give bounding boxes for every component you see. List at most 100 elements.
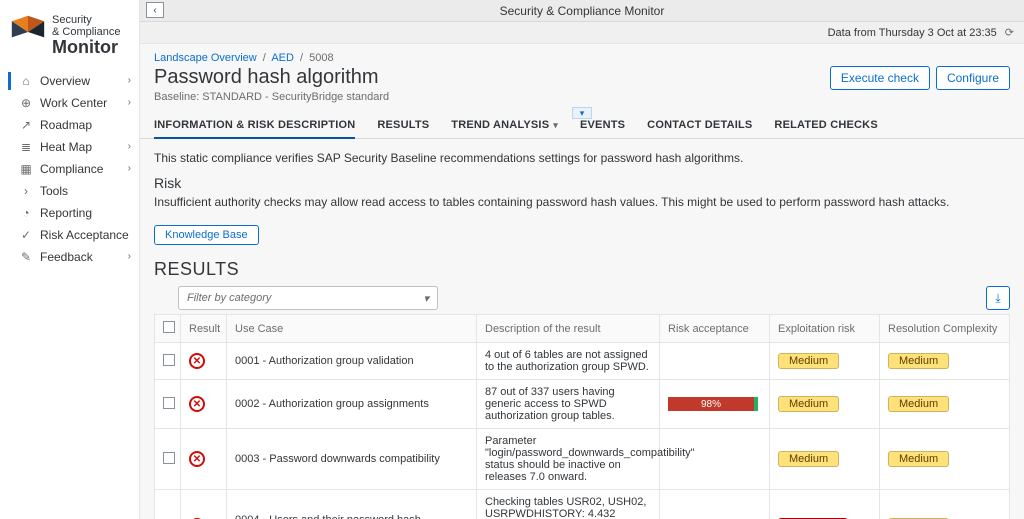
sidebar-item-label: Risk Acceptance bbox=[40, 228, 131, 242]
main-area: ‹ Security & Compliance Monitor Data fro… bbox=[140, 0, 1024, 519]
sidebar: Security & Compliance Monitor ⌂Overview›… bbox=[0, 0, 140, 519]
table-row[interactable]: ✕0001 - Authorization group validation4 … bbox=[155, 343, 1010, 380]
sidebar-item-label: Feedback bbox=[40, 250, 128, 264]
tab-contact-details[interactable]: CONTACT DETAILS bbox=[647, 113, 752, 138]
export-button[interactable]: ⤓ bbox=[986, 286, 1010, 310]
row-exploitation-risk: Medium bbox=[770, 380, 880, 429]
results-heading: RESULTS bbox=[154, 259, 1010, 280]
tab-bar: ▾ INFORMATION & RISK DESCRIPTION RESULTS T… bbox=[140, 113, 1024, 139]
logo-mark-icon bbox=[10, 14, 46, 53]
reporting-icon: ◔ bbox=[18, 206, 34, 220]
col-description: Description of the result bbox=[477, 315, 660, 343]
knowledge-base-button[interactable]: Knowledge Base bbox=[154, 225, 259, 245]
row-checkbox-cell[interactable] bbox=[155, 343, 181, 380]
chevron-right-icon: › bbox=[128, 163, 131, 174]
table-row[interactable]: ✕0003 - Password downwards compatibility… bbox=[155, 429, 1010, 490]
sidebar-item-work-center[interactable]: ⊕Work Center› bbox=[0, 92, 139, 114]
row-exploitation-risk: Very High bbox=[770, 490, 880, 519]
row-checkbox-cell[interactable] bbox=[155, 429, 181, 490]
app-logo: Security & Compliance Monitor bbox=[0, 6, 139, 70]
sidebar-item-reporting[interactable]: ◔Reporting bbox=[0, 202, 139, 224]
sidebar-item-tools[interactable]: ›Tools bbox=[0, 180, 139, 202]
col-risk-acceptance: Risk acceptance bbox=[660, 315, 770, 343]
table-row[interactable]: ✕0002 - Authorization group assignments8… bbox=[155, 380, 1010, 429]
configure-button[interactable]: Configure bbox=[936, 66, 1010, 90]
window-title: Security & Compliance Monitor bbox=[500, 4, 665, 18]
row-resolution-complexity: Medium bbox=[880, 343, 1010, 380]
execute-check-button[interactable]: Execute check bbox=[830, 66, 930, 90]
filter-category-select[interactable]: Filter by category ▾ bbox=[178, 286, 438, 310]
risk-acceptance-bar: 98% bbox=[668, 397, 758, 411]
compliance-icon: ▦ bbox=[18, 162, 34, 176]
back-button[interactable]: ‹ bbox=[146, 2, 164, 18]
chevron-right-icon: › bbox=[128, 251, 131, 262]
breadcrumb-mid[interactable]: AED bbox=[271, 52, 294, 64]
risk-badge: Medium bbox=[778, 451, 839, 467]
heatmap-icon: ≣ bbox=[18, 140, 34, 154]
check-description: This static compliance verifies SAP Secu… bbox=[154, 151, 1010, 165]
chevron-down-icon: ▾ bbox=[553, 120, 558, 130]
breadcrumb: Landscape Overview / AED / 5008 bbox=[154, 52, 1010, 64]
checkbox-icon bbox=[163, 452, 175, 464]
row-usecase: 0001 - Authorization group validation bbox=[227, 343, 477, 380]
complexity-badge: Medium bbox=[888, 353, 949, 369]
table-row[interactable]: ✕0004 - Users and their password hash al… bbox=[155, 490, 1010, 519]
sidebar-item-feedback[interactable]: ✎Feedback› bbox=[0, 246, 139, 268]
checkbox-icon bbox=[163, 321, 175, 333]
row-description: Parameter "login/password_downwards_comp… bbox=[477, 429, 660, 490]
chevron-right-icon: › bbox=[128, 97, 131, 108]
row-risk-acceptance bbox=[660, 429, 770, 490]
download-icon: ⤓ bbox=[995, 291, 1000, 306]
row-description: 87 out of 337 users having generic acces… bbox=[477, 380, 660, 429]
title-bar: ‹ Security & Compliance Monitor bbox=[140, 0, 1024, 22]
row-resolution-complexity: Medium bbox=[880, 429, 1010, 490]
sidebar-nav: ⌂Overview›⊕Work Center›↗Roadmap ≣ Heat Map… bbox=[0, 70, 139, 268]
row-checkbox-cell[interactable] bbox=[155, 490, 181, 519]
row-exploitation-risk: Medium bbox=[770, 343, 880, 380]
sidebar-item-overview[interactable]: ⌂Overview› bbox=[0, 70, 139, 92]
logo-text: Security & Compliance Monitor bbox=[52, 14, 120, 58]
chevron-right-icon: › bbox=[128, 75, 131, 86]
row-checkbox-cell[interactable] bbox=[155, 380, 181, 429]
row-usecase: 0003 - Password downwards compatibility bbox=[227, 429, 477, 490]
row-result-cell: ✕ bbox=[181, 343, 227, 380]
results-toolbar: Filter by category ▾ ⤓ bbox=[178, 286, 1010, 310]
row-risk-acceptance bbox=[660, 343, 770, 380]
sidebar-item-label: Heat Map bbox=[40, 140, 128, 154]
sidebar-item-label: Work Center bbox=[40, 96, 128, 110]
col-result: Result bbox=[181, 315, 227, 343]
sidebar-item-compliance[interactable]: ▦ Compliance› bbox=[0, 158, 139, 180]
row-result-cell: ✕ bbox=[181, 380, 227, 429]
tab-information-risk-description[interactable]: INFORMATION & RISK DESCRIPTION bbox=[154, 113, 355, 138]
risk-badge: Medium bbox=[778, 353, 839, 369]
row-resolution-complexity: Medium bbox=[880, 490, 1010, 519]
breadcrumb-root[interactable]: Landscape Overview bbox=[154, 52, 257, 64]
page-title: Password hash algorithm bbox=[154, 66, 389, 89]
page-actions: Execute check Configure bbox=[830, 66, 1010, 90]
row-usecase: 0002 - Authorization group assignments bbox=[227, 380, 477, 429]
refresh-icon[interactable]: ⟳ bbox=[1005, 26, 1014, 39]
info-bar: Data from Thursday 3 Oct at 23:35 ⟳ bbox=[140, 22, 1024, 44]
row-result-cell: ✕ bbox=[181, 490, 227, 519]
riskacc-icon: ✓ bbox=[18, 228, 34, 242]
sidebar-item-label: Compliance bbox=[40, 162, 128, 176]
row-risk-acceptance bbox=[660, 490, 770, 519]
data-timestamp: Data from Thursday 3 Oct at 23:35 bbox=[828, 27, 997, 39]
row-description: 4 out of 6 tables are not assigned to th… bbox=[477, 343, 660, 380]
tab-results[interactable]: RESULTS bbox=[377, 113, 429, 138]
sidebar-item-risk-acceptance[interactable]: ✓ Risk Acceptance bbox=[0, 224, 139, 246]
row-exploitation-risk: Medium bbox=[770, 429, 880, 490]
checkbox-icon bbox=[163, 397, 175, 409]
sidebar-item-roadmap[interactable]: ↗Roadmap bbox=[0, 114, 139, 136]
page-header: Landscape Overview / AED / 5008 Password… bbox=[140, 44, 1024, 103]
sidebar-item-heat-map[interactable]: ≣Heat Map› bbox=[0, 136, 139, 158]
row-usecase: 0004 - Users and their password hash alg… bbox=[227, 490, 477, 519]
tab-events[interactable]: EVENTS bbox=[580, 113, 625, 138]
sidebar-item-label: Roadmap bbox=[40, 118, 131, 132]
tab-trend-analysis[interactable]: TREND ANALYSIS▾ bbox=[451, 113, 558, 138]
select-all-header[interactable] bbox=[155, 315, 181, 343]
row-result-cell: ✕ bbox=[181, 429, 227, 490]
tab-related-checks[interactable]: RELATED CHECKS bbox=[774, 113, 877, 138]
col-resolution-complexity: Resolution Complexity bbox=[880, 315, 1010, 343]
filter-placeholder: Filter by category bbox=[187, 292, 271, 304]
